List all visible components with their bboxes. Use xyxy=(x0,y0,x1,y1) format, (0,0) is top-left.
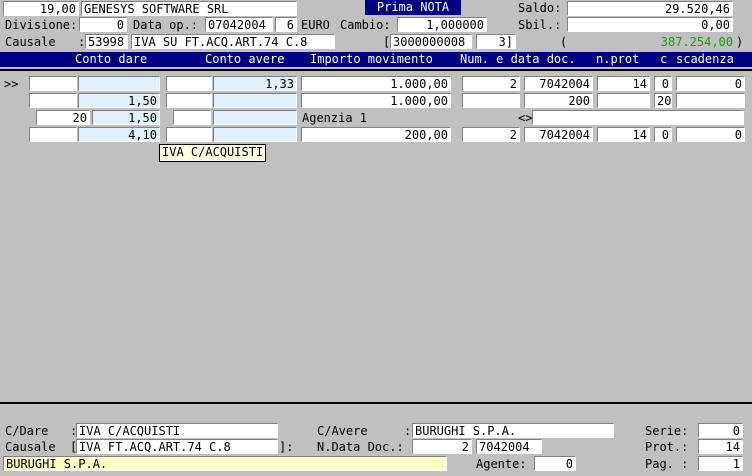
sbil-field: 0,00 xyxy=(567,17,733,32)
prot-label: Prot.: xyxy=(645,440,689,454)
saldo-field: 29.520,46 xyxy=(567,1,733,16)
col-c: c xyxy=(660,52,668,66)
divisione-field[interactable]: 0 xyxy=(79,17,127,32)
row-cursor-indicator: >> xyxy=(4,77,19,91)
row-3-prot[interactable]: 14 xyxy=(597,127,650,142)
row-1-avere-value[interactable] xyxy=(213,93,297,108)
row-3-scadenza[interactable]: 0 xyxy=(676,127,745,142)
row-2-note-field[interactable] xyxy=(532,110,744,125)
serie-field[interactable]: 0 xyxy=(698,423,743,438)
ref-num-field[interactable]: 3] xyxy=(476,34,516,49)
row-2-dare-value[interactable]: 1,50 xyxy=(92,110,160,125)
row-3-dare-sub[interactable] xyxy=(29,127,77,142)
row-2-agenzia-label: Agenzia 1 xyxy=(302,111,368,125)
row-1-avere-sub[interactable] xyxy=(166,93,212,108)
footer-causale-close: ]: xyxy=(279,440,294,454)
row-2-avere-value[interactable] xyxy=(213,110,297,125)
row-1-prot[interactable] xyxy=(597,93,650,108)
ndata-label: N.Data Doc.: xyxy=(317,440,404,454)
row-0-prot[interactable]: 14 xyxy=(597,76,650,91)
row-2-dare-sub[interactable]: 20 xyxy=(36,110,90,125)
row-1-scadenza[interactable] xyxy=(676,93,745,108)
causale-code-field[interactable]: 53998 xyxy=(85,34,128,49)
row-0-avere-value[interactable]: 1,33 xyxy=(213,76,297,91)
row-0-c[interactable]: 0 xyxy=(654,76,672,91)
col-scadenza: scadenza xyxy=(676,52,734,66)
weekday-field: 6 xyxy=(275,17,297,32)
cavere-label: C/Avere xyxy=(317,424,368,438)
causale-label: Causale xyxy=(5,35,56,49)
account-tooltip: IVA C/ACQUISTI xyxy=(159,144,267,162)
row-0-data[interactable]: 7042004 xyxy=(524,76,593,91)
cavere-field[interactable]: BURUGHI S.P.A. xyxy=(412,423,614,438)
col-nprot: n.prot xyxy=(596,52,640,66)
footer-causale-field[interactable]: IVA FT.ACQ.ART.74 C.8 xyxy=(76,439,278,454)
footer-causale-label: Causale xyxy=(5,440,56,454)
row-2-avere-sub[interactable] xyxy=(173,110,211,125)
balance-close-paren: ) xyxy=(736,35,744,49)
row-1-importo[interactable]: 1.000,00 xyxy=(301,93,451,108)
cambio-label: Cambio: xyxy=(340,18,391,32)
footer-divider xyxy=(0,402,752,404)
footer-company-field: BURUGHI S.P.A. xyxy=(3,456,447,471)
row-3-c[interactable]: 0 xyxy=(654,127,672,142)
row-0-scadenza[interactable]: 0 xyxy=(676,76,745,91)
row-3-importo[interactable]: 200,00 xyxy=(301,127,451,142)
row-3-num[interactable]: 2 xyxy=(462,127,520,142)
row-0-importo[interactable]: 1.000,00 xyxy=(301,76,451,91)
row-3-avere-sub[interactable] xyxy=(166,127,212,142)
grid-top-divider xyxy=(0,69,752,71)
code-field[interactable]: 19,00 xyxy=(3,1,79,16)
row-1-num[interactable] xyxy=(462,93,520,108)
ndata-num-field[interactable]: 2 xyxy=(412,439,472,454)
pag-field[interactable]: 1 xyxy=(698,456,743,471)
ndata-date-field[interactable]: 7042004 xyxy=(476,439,542,454)
balance-open-paren: ( xyxy=(560,35,568,49)
row-1-data[interactable]: 200 xyxy=(524,93,593,108)
row-0-num[interactable]: 2 xyxy=(462,76,520,91)
row-3-avere-value[interactable] xyxy=(213,127,297,142)
cavere-colon: : xyxy=(404,424,412,438)
row-1-c[interactable]: 20 xyxy=(654,93,672,108)
row-3-data[interactable]: 7042004 xyxy=(524,127,593,142)
mode-title: Prima NOTA xyxy=(365,0,461,15)
col-importo: Importo movimento xyxy=(310,52,433,66)
col-num-data: Num. e data doc. xyxy=(460,52,576,66)
data-op-field[interactable]: 07042004 xyxy=(205,17,273,32)
saldo-label: Saldo: xyxy=(518,1,562,15)
row-1-dare-sub[interactable] xyxy=(29,93,77,108)
col-conto-avere: Conto avere xyxy=(205,52,285,66)
cdare-label: C/Dare xyxy=(5,424,49,438)
serie-label: Serie: xyxy=(645,424,689,438)
divisione-label: Divisione: xyxy=(5,18,78,32)
causale-desc-field[interactable]: IVA SU FT.ACQ.ART.74 C.8 xyxy=(131,34,335,49)
row-3-dare-value[interactable]: 4,10 xyxy=(78,127,160,142)
balance-value: 387.254,00 xyxy=(660,35,733,49)
row-0-dare-sub[interactable] xyxy=(29,76,77,91)
cdare-field[interactable]: IVA C/ACQUISTI xyxy=(76,423,278,438)
cambio-field[interactable]: 1,000000 xyxy=(397,17,487,32)
ref-field[interactable]: 3000000008 xyxy=(390,34,472,49)
agente-label: Agente: xyxy=(476,457,527,471)
row-0-avere-sub[interactable] xyxy=(166,76,212,91)
company-field[interactable]: GENESYS SOFTWARE SRL xyxy=(81,1,297,16)
row-2-data-marker: <> xyxy=(518,111,533,125)
col-conto-dare: Conto dare xyxy=(75,52,148,66)
data-op-label: Data op.: xyxy=(133,18,199,32)
row-1-dare-value[interactable]: 1,50 xyxy=(78,93,160,108)
prot-field[interactable]: 14 xyxy=(698,439,743,454)
pag-label: Pag. : xyxy=(645,457,689,471)
sbil-label: Sbil.: xyxy=(518,18,562,32)
row-0-dare-value[interactable] xyxy=(78,76,160,91)
currency-label: EURO xyxy=(301,18,330,32)
agente-field[interactable]: 0 xyxy=(534,456,576,471)
grid-column-header: Conto dare Conto avere Importo movimento… xyxy=(0,52,752,67)
